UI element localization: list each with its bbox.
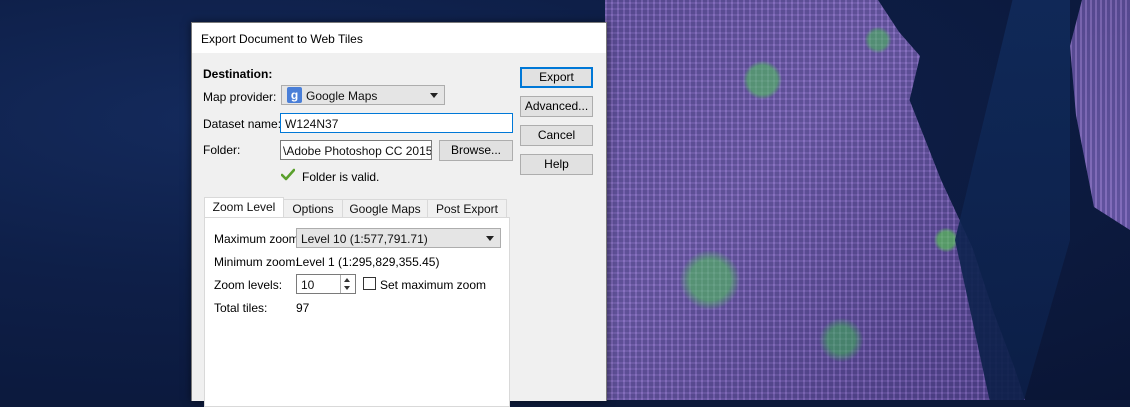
- tab-post-export[interactable]: Post Export: [427, 199, 507, 219]
- max-zoom-select[interactable]: Level 10 (1:577,791.71): [296, 228, 501, 248]
- dataset-name-input[interactable]: W124N37: [280, 113, 513, 133]
- zoom-levels-label: Zoom levels:: [214, 278, 283, 292]
- map-provider-value: Google Maps: [306, 89, 378, 103]
- export-web-tiles-dialog: Export Document to Web Tiles Destination…: [191, 22, 607, 407]
- tab-options[interactable]: Options: [283, 199, 343, 219]
- set-max-zoom-label: Set maximum zoom: [380, 278, 487, 292]
- advanced-button[interactable]: Advanced...: [520, 96, 593, 117]
- max-zoom-label: Maximum zoom:: [214, 232, 303, 246]
- min-zoom-value: Level 1 (1:295,829,355.45): [296, 255, 440, 269]
- help-button[interactable]: Help: [520, 154, 593, 175]
- folder-value: \Adobe Photoshop CC 2015.5\: [283, 144, 432, 158]
- folder-label: Folder:: [203, 143, 241, 157]
- folder-input[interactable]: \Adobe Photoshop CC 2015.5\: [280, 140, 432, 160]
- min-zoom-label: Minimum zoom:: [214, 255, 299, 269]
- folder-status-text: Folder is valid.: [302, 170, 380, 184]
- cancel-button[interactable]: Cancel: [520, 125, 593, 146]
- tab-google-maps[interactable]: Google Maps: [342, 199, 428, 219]
- chevron-down-icon: [486, 236, 494, 241]
- google-g-icon: g: [287, 87, 302, 103]
- map-provider-label: Map provider:: [203, 90, 277, 104]
- zoom-level-panel: Maximum zoom: Level 10 (1:577,791.71) Mi…: [204, 217, 510, 407]
- total-tiles-value: 97: [296, 301, 310, 315]
- total-tiles-label: Total tiles:: [214, 301, 268, 315]
- dialog-titlebar[interactable]: Export Document to Web Tiles: [192, 23, 606, 53]
- set-max-zoom-checkbox[interactable]: [363, 277, 376, 290]
- map-provider-select[interactable]: g Google Maps: [281, 85, 445, 105]
- valid-check-icon: [281, 168, 295, 181]
- chevron-down-icon: [430, 93, 438, 98]
- tab-zoom-level[interactable]: Zoom Level: [204, 197, 284, 219]
- dialog-title: Export Document to Web Tiles: [201, 32, 363, 46]
- dataset-name-value: W124N37: [285, 117, 339, 131]
- stepper-arrows[interactable]: [340, 275, 355, 293]
- zoom-levels-stepper[interactable]: 10: [296, 274, 356, 294]
- destination-heading: Destination:: [203, 67, 273, 81]
- chevron-up-icon[interactable]: [344, 278, 350, 282]
- max-zoom-value: Level 10 (1:577,791.71): [301, 232, 428, 246]
- browse-button[interactable]: Browse...: [439, 140, 513, 161]
- chevron-down-icon[interactable]: [344, 286, 350, 290]
- export-button[interactable]: Export: [520, 67, 593, 88]
- dataset-name-label: Dataset name:: [203, 117, 282, 131]
- zoom-levels-value: 10: [301, 278, 315, 292]
